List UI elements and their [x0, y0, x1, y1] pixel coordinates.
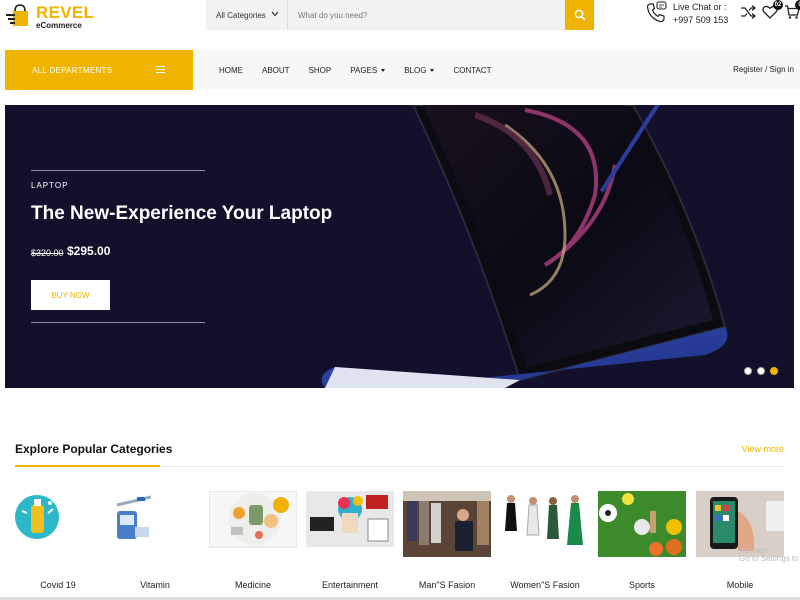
phone-number: +997 509 153 — [673, 15, 729, 25]
wishlist-button[interactable]: 02 — [762, 0, 783, 20]
all-departments-label: ALL DEPARTMENTS — [32, 65, 113, 75]
category-womens-fashion[interactable]: Women"S Fasion — [501, 491, 589, 600]
shuffle-icon[interactable] — [740, 4, 756, 20]
all-departments-button[interactable]: ALL DEPARTMENTS — [5, 50, 193, 90]
brand-name: REVEL — [36, 3, 95, 22]
slider-dot-active[interactable] — [770, 367, 778, 375]
search-bar: All Categories — [206, 0, 594, 30]
chevron-down-icon — [271, 11, 279, 17]
live-chat-label: Live Chat or : — [673, 2, 727, 12]
divider — [31, 170, 205, 171]
cart-count-badge: 0 — [795, 0, 800, 10]
category-image — [306, 491, 394, 557]
search-input[interactable] — [288, 0, 565, 30]
category-list: Covid 19 Vitamin Medicine Entertainment … — [14, 491, 786, 600]
brand-tagline: eCommerce — [36, 21, 82, 30]
category-label: Sports — [628, 580, 655, 590]
main-menu: HOME ABOUT SHOP PAGES BLOG CONTACT — [219, 50, 511, 90]
caret-down-icon — [381, 68, 386, 72]
category-image — [501, 491, 589, 557]
windows-activation-watermark: Activate Windows Go to Settings to — [739, 546, 799, 563]
category-select-label: All Categories — [216, 10, 266, 20]
buy-now-button[interactable]: BUY NOW — [31, 280, 110, 310]
caret-down-icon — [430, 68, 435, 72]
category-image — [209, 491, 297, 557]
header-icons: 02 0 — [740, 0, 800, 20]
main-navbar: ALL DEPARTMENTS HOME ABOUT SHOP PAGES BL… — [0, 50, 800, 90]
category-label: Entertainment — [321, 580, 379, 590]
slider-dots — [744, 367, 778, 375]
section-title: Explore Popular Categories — [15, 442, 173, 456]
nav-pages[interactable]: PAGES — [350, 66, 386, 75]
view-more-link[interactable]: View more — [742, 444, 784, 454]
category-label: Vitamin — [140, 580, 170, 590]
category-select[interactable]: All Categories — [206, 0, 288, 30]
category-label: Covid 19 — [40, 580, 76, 590]
menu-icon — [156, 66, 165, 75]
shopping-bag-icon — [6, 4, 32, 28]
hero-kicker: LAPTOP — [31, 181, 69, 190]
category-medicine[interactable]: Medicine — [209, 491, 297, 600]
new-price: $295.00 — [67, 244, 111, 258]
cart-button[interactable]: 0 — [784, 0, 800, 20]
divider — [31, 322, 205, 323]
category-entertainment[interactable]: Entertainment — [306, 491, 394, 600]
hero-slider: LAPTOP The New-Experience Your Laptop $3… — [5, 105, 794, 388]
category-label: Man"S Fasion — [418, 580, 476, 590]
top-header: REVEL eCommerce All Categories Live Chat… — [0, 0, 800, 40]
nav-blog[interactable]: BLOG — [404, 66, 435, 75]
live-chat[interactable]: Live Chat or : +997 509 153 — [646, 1, 728, 27]
category-image — [14, 491, 102, 557]
search-icon — [574, 9, 586, 21]
phone-chat-icon — [646, 1, 667, 23]
nav-about[interactable]: ABOUT — [262, 66, 290, 75]
category-label: Mobile — [726, 580, 754, 590]
laptop-image — [321, 105, 728, 388]
category-label: Medicine — [234, 580, 272, 590]
nav-contact[interactable]: CONTACT — [453, 66, 491, 75]
search-button[interactable] — [565, 0, 594, 30]
brand-logo[interactable]: REVEL eCommerce — [6, 4, 94, 30]
nav-shop[interactable]: SHOP — [309, 66, 332, 75]
category-mens-fashion[interactable]: Man"S Fasion — [403, 491, 491, 600]
category-image — [111, 491, 199, 557]
category-covid-19[interactable]: Covid 19 — [14, 491, 102, 600]
old-price: $320.00 — [31, 248, 64, 258]
category-vitamin[interactable]: Vitamin — [111, 491, 199, 600]
category-image — [598, 491, 686, 557]
title-underline — [15, 465, 160, 467]
register-signin-link[interactable]: Register / Sign in — [733, 65, 794, 74]
category-image — [403, 491, 491, 557]
hero-title: The New-Experience Your Laptop — [31, 203, 333, 224]
category-sports[interactable]: Sports — [598, 491, 686, 600]
slider-dot[interactable] — [744, 367, 752, 375]
wishlist-count-badge: 02 — [773, 0, 783, 10]
category-label: Women"S Fasion — [510, 580, 580, 590]
nav-home[interactable]: HOME — [219, 66, 243, 75]
slider-dot[interactable] — [757, 367, 765, 375]
